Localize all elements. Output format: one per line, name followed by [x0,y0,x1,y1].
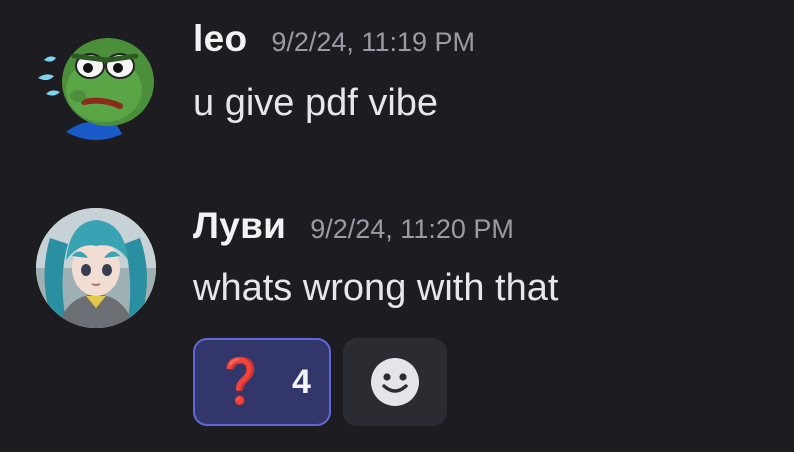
message-text: u give pdf vibe [193,82,439,124]
message-header: leo 9/2/24, 11:19 PM [193,18,475,60]
reaction-count: 4 [291,362,311,401]
timestamp: 9/2/24, 11:19 PM [271,27,475,57]
message-item: Луви 9/2/24, 11:20 PM whats wrong with t… [0,190,794,452]
timestamp: 9/2/24, 11:20 PM [310,214,514,244]
avatar[interactable] [36,20,156,140]
anime-girl-avatar-icon [36,208,156,328]
chat-message-list: leo 9/2/24, 11:19 PM u give pdf vibe Лув… [0,0,794,452]
add-reaction-button[interactable] [343,338,447,426]
message-header: Луви 9/2/24, 11:20 PM [193,205,514,247]
reaction-button[interactable]: ❓ 4 [193,338,331,426]
username[interactable]: Луви [193,205,286,247]
smiley-face-icon [371,358,419,406]
red-question-mark-icon: ❓ [213,356,268,407]
username[interactable]: leo [193,18,247,60]
reactions-bar: ❓ 4 [193,338,447,426]
pepe-frog-avatar-icon [38,38,154,140]
message-item: leo 9/2/24, 11:19 PM u give pdf vibe [0,0,794,170]
avatar[interactable] [36,208,156,328]
message-text: whats wrong with that [193,267,559,309]
